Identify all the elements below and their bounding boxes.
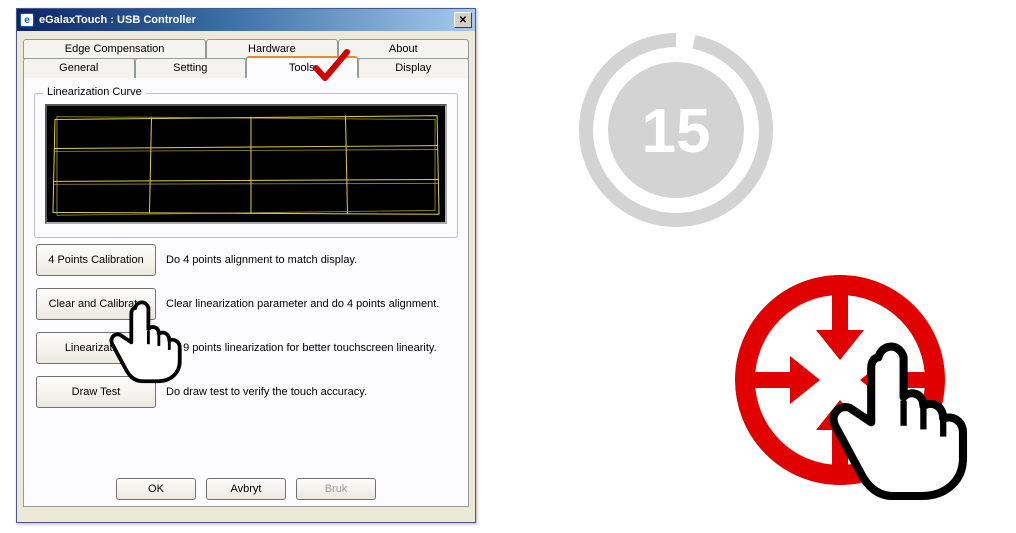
- linearization-desc: Do 9 points linearization for better tou…: [166, 341, 456, 355]
- four-points-desc: Do 4 points alignment to match display.: [166, 253, 456, 267]
- tab-about[interactable]: About: [338, 39, 469, 59]
- tab-label: Setting: [173, 62, 207, 74]
- tab-general[interactable]: General: [23, 58, 135, 78]
- btn-label: Bruk: [325, 483, 348, 495]
- groupbox-legend: Linearization Curve: [43, 86, 146, 98]
- countdown-indicator: 15: [576, 30, 776, 230]
- client-area: Edge Compensation Hardware About General…: [17, 31, 475, 513]
- clear-and-calibrate-button[interactable]: Clear and Calibrate: [36, 288, 156, 320]
- four-points-calibration-button[interactable]: 4 Points Calibration: [36, 244, 156, 276]
- egalax-dialog: e eGalaxTouch : USB Controller ✕ Edge Co…: [16, 8, 476, 523]
- linearization-button[interactable]: Linearization: [36, 332, 156, 364]
- linearization-groupbox: Linearization Curve: [34, 93, 458, 238]
- cancel-button[interactable]: Avbryt: [206, 478, 286, 500]
- tab-label: Display: [395, 62, 431, 74]
- btn-label: Draw Test: [72, 386, 121, 398]
- tab-label: General: [59, 62, 98, 74]
- btn-label: Linearization: [65, 342, 127, 354]
- tab-row-front: General Setting Tools Display: [23, 58, 469, 78]
- btn-label: Clear and Calibrate: [49, 298, 144, 310]
- titlebar[interactable]: e eGalaxTouch : USB Controller ✕: [17, 9, 475, 31]
- tab-label: Hardware: [248, 43, 296, 55]
- tab-setting[interactable]: Setting: [135, 58, 247, 78]
- btn-label: 4 Points Calibration: [48, 254, 143, 266]
- tab-tools[interactable]: Tools: [246, 56, 358, 78]
- tab-edge-compensation[interactable]: Edge Compensation: [23, 39, 206, 59]
- tab-label: About: [389, 43, 418, 55]
- btn-label: OK: [148, 483, 164, 495]
- tab-display[interactable]: Display: [358, 58, 470, 78]
- app-icon: e: [20, 13, 34, 27]
- btn-label: Avbryt: [231, 483, 262, 495]
- window-title: eGalaxTouch : USB Controller: [39, 14, 454, 26]
- linearization-grid: [45, 104, 447, 224]
- tab-label: Edge Compensation: [65, 43, 165, 55]
- row-drawtest: Draw Test Do draw test to verify the tou…: [34, 370, 458, 414]
- dialog-buttons: OK Avbryt Bruk: [24, 478, 468, 500]
- row-4pt: 4 Points Calibration Do 4 points alignme…: [34, 238, 458, 282]
- row-clear: Clear and Calibrate Clear linearization …: [34, 282, 458, 326]
- clear-desc: Clear linearization parameter and do 4 p…: [166, 297, 456, 311]
- countdown-value: 15: [642, 97, 711, 166]
- apply-button[interactable]: Bruk: [296, 478, 376, 500]
- close-button[interactable]: ✕: [454, 12, 472, 28]
- calibration-target-icon: [720, 260, 990, 530]
- drawtest-desc: Do draw test to verify the touch accurac…: [166, 385, 456, 399]
- row-linearization: Linearization Do 9 points linearization …: [34, 326, 458, 370]
- tools-panel: Linearization Curve: [23, 77, 469, 507]
- draw-test-button[interactable]: Draw Test: [36, 376, 156, 408]
- ok-button[interactable]: OK: [116, 478, 196, 500]
- tab-label: Tools: [289, 62, 315, 74]
